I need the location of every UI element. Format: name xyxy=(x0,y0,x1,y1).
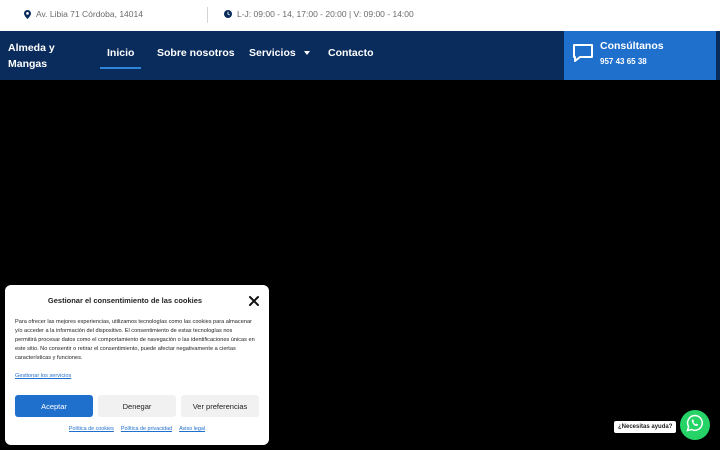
clock-icon xyxy=(224,10,232,18)
legal-notice-link[interactable]: Aviso legal xyxy=(179,426,205,432)
cookie-dialog-body: Para ofrecer las mejores experiencias, u… xyxy=(15,319,255,361)
deny-button[interactable]: Denegar xyxy=(98,395,176,417)
nav-item-sobre-nosotros[interactable]: Sobre nosotros xyxy=(157,47,235,59)
page: Av. Libia 71 Córdoba, 14014 L-J: 09:00 -… xyxy=(0,0,720,450)
top-info-bar: Av. Libia 71 Córdoba, 14014 L-J: 09:00 -… xyxy=(0,0,720,31)
site-logo[interactable]: Almeda y Mangas xyxy=(8,40,78,72)
close-icon[interactable] xyxy=(248,294,260,306)
consult-title: Consúltanos xyxy=(600,40,664,52)
manage-services-link[interactable]: Gestionar los servicios xyxy=(15,373,71,379)
cookie-consent-dialog: Gestionar el consentimiento de las cooki… xyxy=(5,285,269,445)
address-text: Av. Libia 71 Córdoba, 14014 xyxy=(36,9,143,19)
whatsapp-icon xyxy=(686,414,704,437)
brand-line-1: Almeda y xyxy=(8,42,55,54)
view-preferences-button[interactable]: Ver preferencias xyxy=(181,395,259,417)
nav-item-inicio[interactable]: Inicio xyxy=(99,47,142,69)
consult-phone[interactable]: 957 43 65 38 xyxy=(600,57,647,66)
cookie-policy-link[interactable]: Política de cookies xyxy=(69,426,114,432)
accept-button[interactable]: Aceptar xyxy=(15,395,93,417)
nav-item-servicios[interactable]: Servicios xyxy=(249,47,310,59)
cookie-policy-links: Política de cookies Política de privacid… xyxy=(5,426,269,432)
nav-item-servicios-label: Servicios xyxy=(249,47,296,59)
map-pin-icon xyxy=(24,9,31,19)
consult-cta[interactable]: Consúltanos 957 43 65 38 xyxy=(564,31,716,80)
whatsapp-help-label[interactable]: ¿Necesitas ayuda? xyxy=(614,421,677,433)
whatsapp-button[interactable] xyxy=(680,410,710,440)
cookie-dialog-title: Gestionar el consentimiento de las cooki… xyxy=(47,296,203,305)
chat-bubble-icon xyxy=(572,42,594,69)
hours-info: L-J: 09:00 - 14, 17:00 - 20:00 | V: 09:0… xyxy=(224,9,414,19)
caret-down-icon xyxy=(303,51,310,55)
privacy-policy-link[interactable]: Política de privacidad xyxy=(121,426,172,432)
topbar-divider xyxy=(207,7,208,23)
hours-text: L-J: 09:00 - 14, 17:00 - 20:00 | V: 09:0… xyxy=(237,9,414,19)
brand-line-2: Mangas xyxy=(8,58,48,70)
nav-item-contacto[interactable]: Contacto xyxy=(328,47,374,59)
address-info: Av. Libia 71 Córdoba, 14014 xyxy=(24,9,143,19)
